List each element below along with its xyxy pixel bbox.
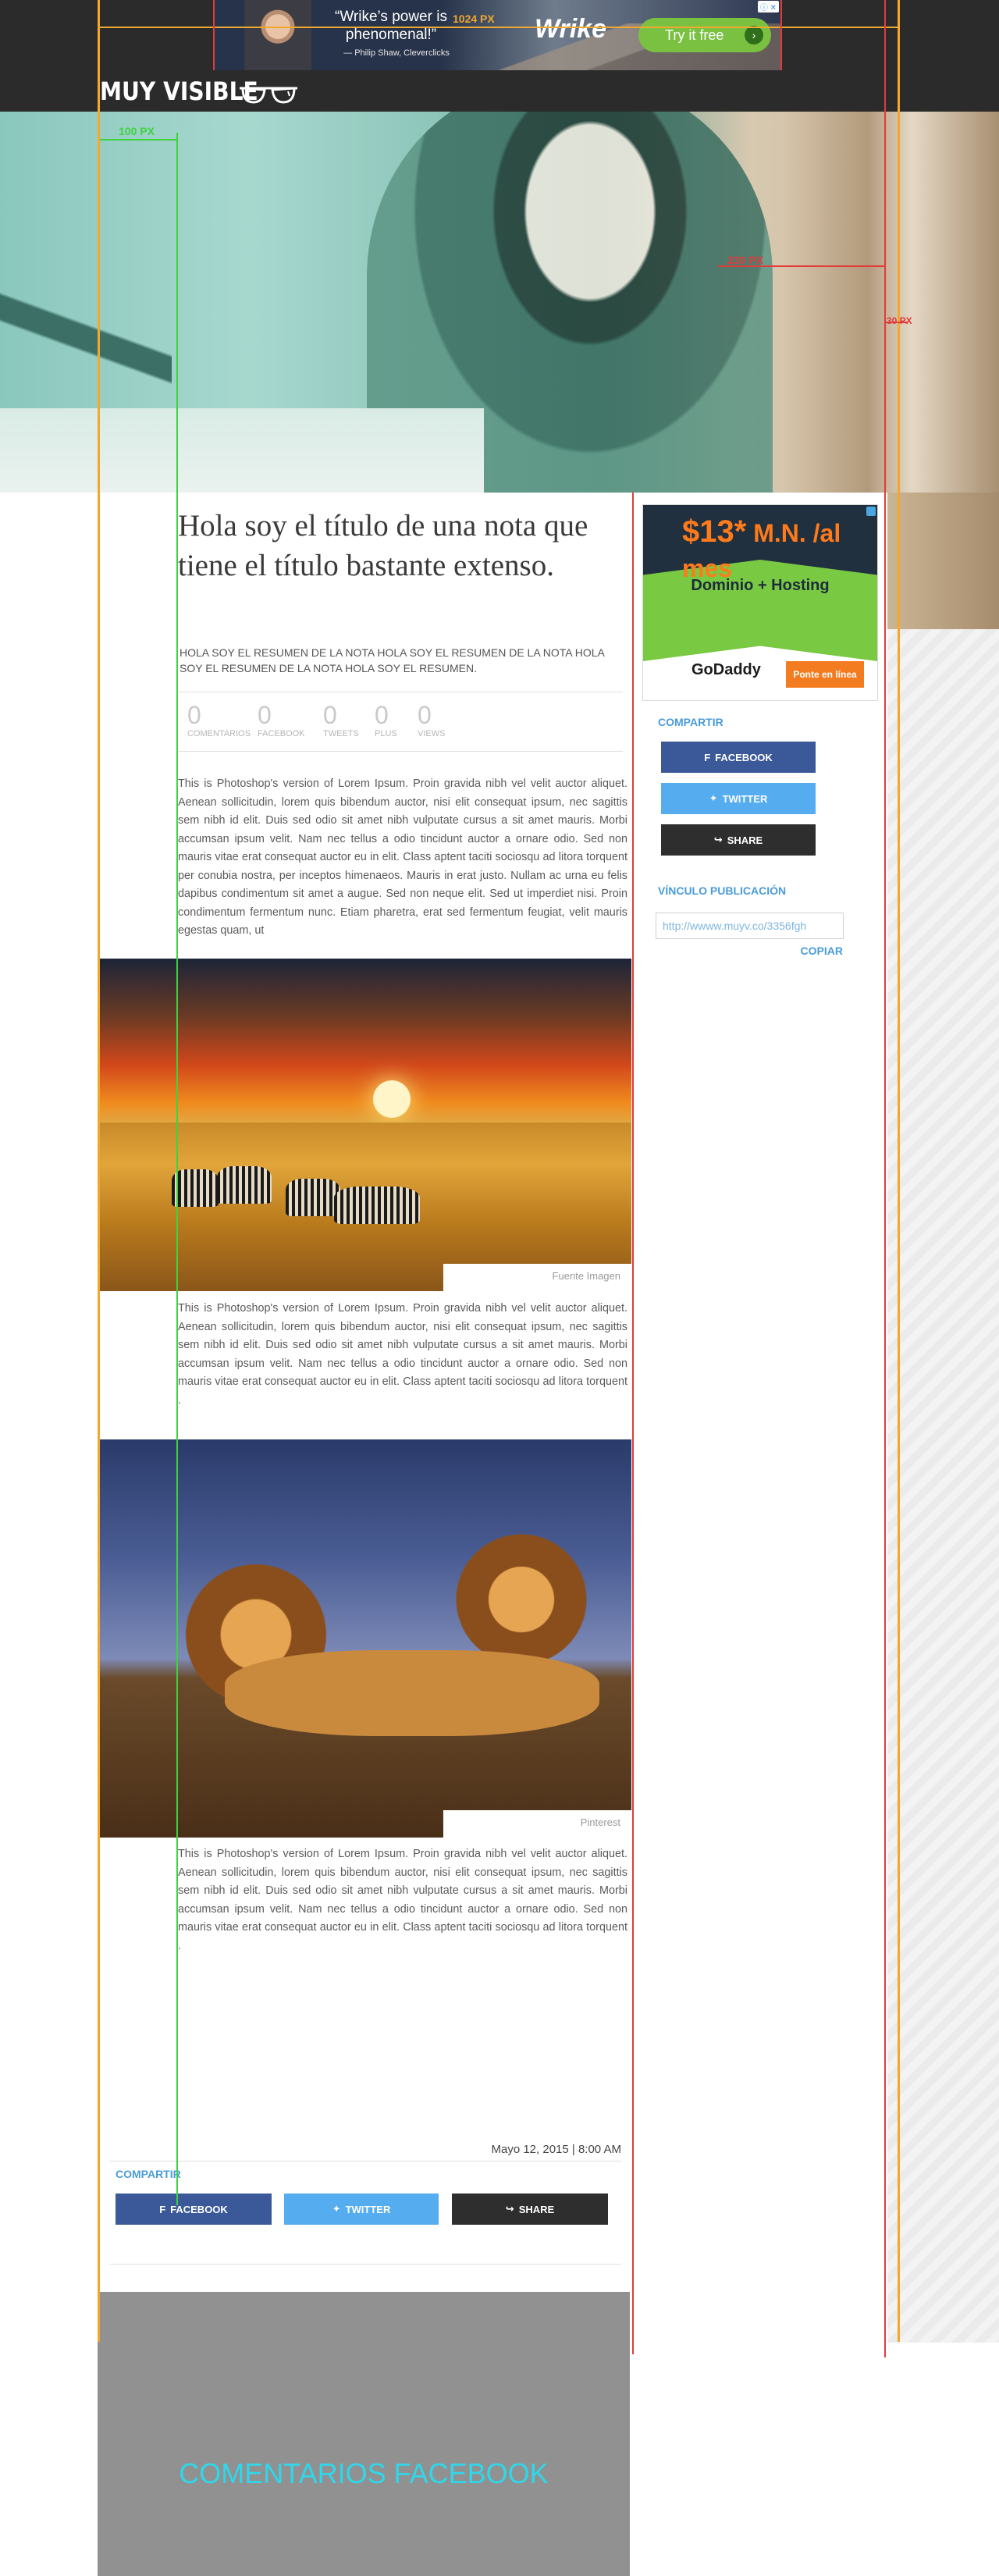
facebook-share-button[interactable]: f FACEBOOK — [116, 2194, 272, 2225]
ad-price-amount: $13 — [682, 514, 734, 549]
stat-label: FACEBOOK — [258, 729, 305, 738]
zebra — [217, 1166, 272, 1204]
lion-bodies — [225, 1650, 599, 1736]
guide-line-right — [898, 0, 900, 2342]
stat-value: 0 — [418, 701, 432, 729]
hero-paper — [0, 408, 484, 493]
top-bar: “Wrike’s power is phenomenal!” — Philip … — [0, 0, 999, 112]
stat-value: 0 — [375, 701, 389, 729]
guide-line-width — [98, 27, 900, 28]
stat-tweets: 0 TWEETS — [323, 701, 375, 748]
comments-title: COMENTARIOS FACEBOOK — [179, 2457, 549, 2489]
share-button-label: SHARE — [727, 834, 763, 846]
link-section-label: VÍNCULO PUBLICACIÓN — [658, 884, 787, 897]
guide-label-100: 100 PX — [119, 125, 155, 137]
ad-brand-logo: Wrike — [535, 14, 606, 44]
twitter-icon: ✦ — [332, 2203, 341, 2215]
article-title: Hola soy el título de una nota que tiene… — [178, 509, 588, 582]
article-summary: HOLA SOY EL RESUMEN DE LA NOTA HOLA SOY … — [180, 646, 605, 674]
article-paragraph: This is Photoshop's version of Lorem Ips… — [178, 1302, 627, 1407]
stat-label: COMENTARIOS — [187, 729, 251, 738]
ad-price: $13* M.N. /al mes — [682, 514, 877, 585]
guide-ad-right — [780, 0, 782, 70]
facebook-comments-section: COMENTARIOS FACEBOOK — [98, 2292, 630, 2576]
sidebar-share-button[interactable]: ↪ SHARE — [661, 824, 816, 856]
godaddy-logo: GoDaddy — [691, 661, 761, 678]
article-card — [100, 493, 631, 2343]
stat-plus: 0 PLUS — [375, 701, 418, 748]
divider — [109, 2264, 621, 2265]
facebook-icon: f — [159, 2203, 166, 2215]
guide-content-edge — [632, 493, 634, 2354]
ad-try-free-label: Try it free — [665, 27, 724, 43]
guide-label-1024: 1024 PX — [453, 12, 495, 25]
guide-line-left — [98, 0, 100, 2342]
zebra — [334, 1187, 420, 1224]
article-stats: 0 COMENTARIOS 0 FACEBOOK 0 TWEETS 0 PLUS… — [187, 701, 488, 748]
share-section-label: COMPARTIR — [116, 2168, 181, 2180]
stat-value: 0 — [323, 701, 337, 729]
article-paragraph: This is Photoshop's version of Lorem Ips… — [178, 1848, 627, 1952]
copy-link-button[interactable]: COPIAR — [780, 945, 843, 957]
stat-value: 0 — [187, 701, 201, 729]
facebook-button-label: FACEBOOK — [715, 751, 773, 763]
guide-label-230: 230 PX — [727, 254, 763, 266]
ad-price-asterisk: * — [734, 514, 747, 549]
stat-label: VIEWS — [418, 729, 446, 738]
twitter-icon: ✦ — [709, 792, 718, 804]
site-logo[interactable]: MUY VISIBLE — [100, 76, 258, 106]
hero-sepia-panel — [780, 112, 999, 493]
glasses-icon — [240, 87, 297, 104]
publication-link-input[interactable] — [656, 913, 844, 939]
ad-headline: Dominio + Hosting — [691, 577, 830, 594]
guide-100-line — [100, 139, 176, 141]
article-image-lions — [100, 1439, 631, 1838]
stat-comments: 0 COMENTARIOS — [187, 701, 258, 748]
stat-label: TWEETS — [323, 729, 359, 738]
zebra — [172, 1169, 219, 1207]
zebra — [286, 1179, 340, 1216]
guide-sidebar-edge — [884, 0, 886, 2357]
image-caption: Pinterest — [443, 1810, 631, 1838]
stat-value: 0 — [258, 701, 272, 729]
adchoices-icon[interactable] — [866, 507, 876, 516]
guide-text-column — [176, 133, 178, 2205]
stat-label: PLUS — [375, 729, 397, 738]
share-arrow-icon: ↪ — [505, 2203, 514, 2215]
article-paragraph: This is Photoshop's version of Lorem Ips… — [178, 777, 627, 937]
publish-date: Mayo 12, 2015 | 8:00 AM — [491, 2143, 621, 2156]
sidebar-ad[interactable]: $13* M.N. /al mes Dominio + Hosting GoDa… — [642, 504, 878, 701]
ad-quote: “Wrike’s power is phenomenal!” — [335, 9, 447, 43]
side-sepia-strip — [887, 493, 999, 629]
top-banner-ad[interactable]: “Wrike’s power is phenomenal!” — Philip … — [213, 0, 782, 70]
side-stripe-pattern — [887, 629, 999, 2343]
stat-views: 0 VIEWS — [418, 701, 488, 748]
sidebar-twitter-button[interactable]: ✦ TWITTER — [661, 783, 816, 814]
hero-image — [0, 112, 999, 493]
share-button-label: SHARE — [518, 2203, 555, 2215]
ad-portrait-image — [244, 0, 311, 70]
ad-try-free-button[interactable]: Try it free › — [638, 18, 771, 52]
ad-cta-button[interactable]: Ponte en línea — [786, 661, 864, 688]
stat-facebook: 0 FACEBOOK — [258, 701, 323, 748]
article-image-sunset — [100, 959, 631, 1291]
sidebar-share-label: COMPARTIR — [658, 716, 723, 728]
facebook-button-label: FACEBOOK — [170, 2203, 228, 2215]
twitter-share-button[interactable]: ✦ TWITTER — [284, 2194, 439, 2225]
guide-label-side: 30 PX — [887, 315, 912, 326]
image-caption: Fuente Imagen — [443, 1264, 631, 1291]
adchoices-icon[interactable]: ⓘ ✕ — [757, 1, 779, 12]
divider — [178, 751, 623, 752]
ad-author: — Philip Shaw, Cleverclicks — [343, 48, 450, 58]
share-button[interactable]: ↪ SHARE — [452, 2194, 608, 2225]
sidebar-facebook-button[interactable]: f FACEBOOK — [661, 742, 816, 773]
guide-ad-left — [213, 0, 215, 70]
sunset-sky — [100, 959, 631, 1123]
facebook-icon: f — [704, 751, 711, 763]
sun — [373, 1080, 411, 1118]
twitter-button-label: TWITTER — [722, 792, 768, 805]
chevron-right-icon: › — [745, 26, 763, 44]
twitter-button-label: TWITTER — [345, 2203, 391, 2215]
share-arrow-icon: ↪ — [713, 834, 723, 845]
